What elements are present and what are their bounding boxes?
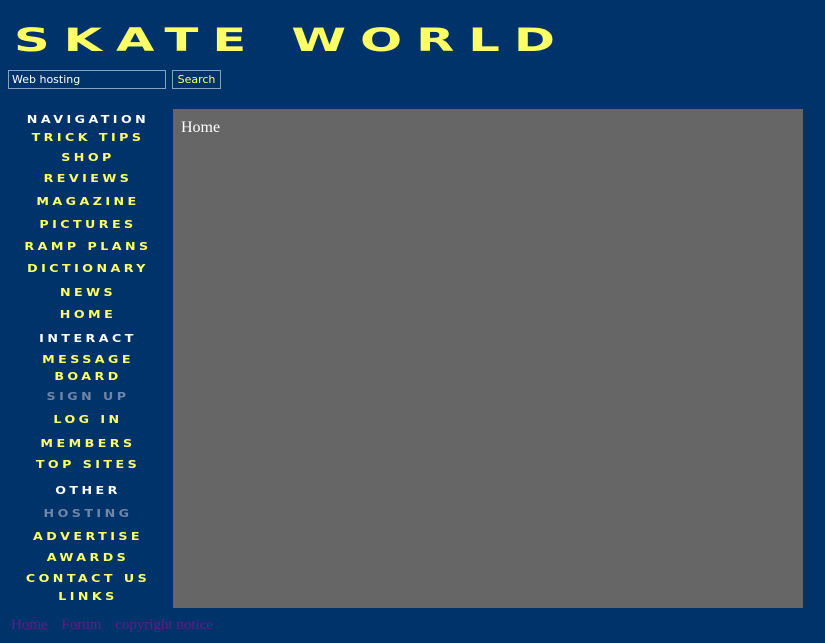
nav-link-shop[interactable]: Shop (0, 151, 189, 164)
nav-link-log-in[interactable]: Log In (0, 413, 189, 426)
page-title: Home (181, 119, 221, 136)
nav-link-message-board-line2[interactable]: Board (0, 370, 189, 383)
main-content-panel: Home (173, 109, 803, 608)
nav-link-ramp-plans[interactable]: Ramp Plans (0, 240, 189, 253)
nav-link-message-board-line1[interactable]: Message (0, 353, 189, 366)
search-input[interactable] (8, 70, 166, 89)
nav-link-hosting[interactable]: Hosting (0, 507, 189, 520)
footer-links: Home Forum copyright notice (11, 617, 223, 634)
site-logo-title: Skate World (14, 21, 569, 59)
nav-link-awards[interactable]: Awards (0, 551, 189, 564)
footer-link-copyright[interactable]: copyright notice (115, 617, 213, 633)
nav-link-top-sites[interactable]: Top Sites (0, 458, 189, 471)
nav-heading-interact: Interact (39, 332, 137, 345)
nav-link-pictures[interactable]: Pictures (0, 218, 189, 231)
nav-link-dictionary[interactable]: Dictionary (0, 262, 189, 275)
nav-link-sign-up[interactable]: Sign Up (0, 390, 189, 403)
nav-link-contact-us[interactable]: Contact Us (0, 572, 189, 585)
nav-heading-other: Other (55, 484, 121, 497)
search-button[interactable]: Search (172, 70, 221, 89)
nav-link-reviews[interactable]: Reviews (0, 172, 189, 185)
nav-heading-navigation: Navigation (26, 113, 150, 126)
nav-link-magazine[interactable]: Magazine (0, 195, 189, 208)
nav-link-trick-tips[interactable]: Trick Tips (0, 131, 189, 144)
nav-link-members[interactable]: Members (0, 437, 189, 450)
footer-link-forum[interactable]: Forum (61, 617, 101, 633)
nav-link-advertise[interactable]: Advertise (0, 530, 189, 543)
nav-link-home[interactable]: Home (0, 308, 189, 321)
footer-link-home[interactable]: Home (11, 617, 48, 633)
nav-link-news[interactable]: News (0, 286, 189, 299)
nav-link-links[interactable]: Links (0, 590, 189, 603)
